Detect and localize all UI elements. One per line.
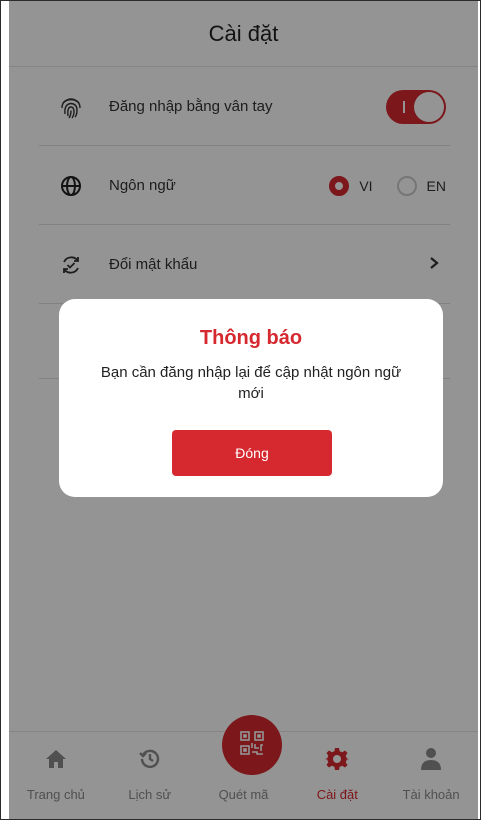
notification-dialog: Thông báo Bạn cần đăng nhập lại để cập n… — [59, 299, 443, 497]
dialog-title: Thông báo — [199, 327, 303, 349]
phone-frame: Cài đặt Đăng nhập bằng vân tay Ngôn ngữ … — [0, 0, 481, 820]
close-button[interactable]: Đóng — [172, 430, 332, 476]
dialog-message: Bạn cần đăng nhập lại để cập nhật ngôn n… — [100, 364, 402, 402]
settings-screen: Cài đặt Đăng nhập bằng vân tay Ngôn ngữ … — [9, 1, 478, 819]
